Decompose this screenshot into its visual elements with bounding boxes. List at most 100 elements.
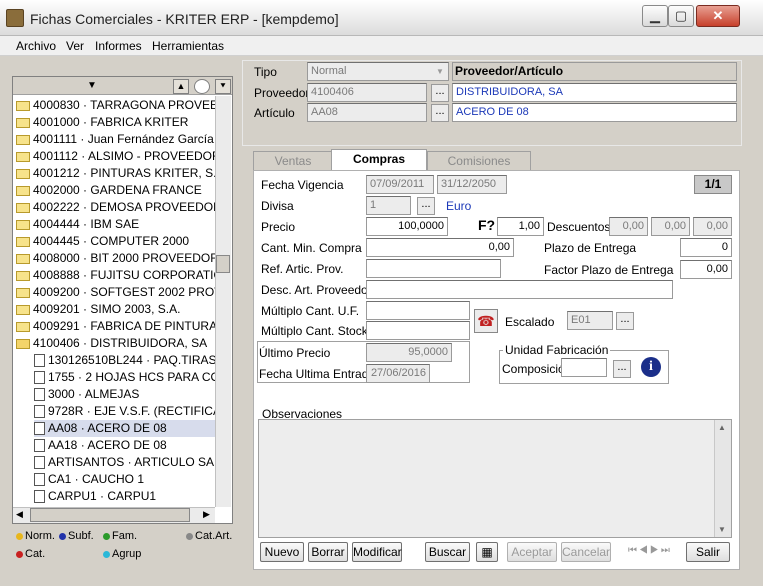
tree-item-code: 4004445 — [33, 234, 80, 248]
tree-vertical-scrollbar[interactable] — [215, 96, 231, 507]
tree-item-name: ALSIMO - PROVEEDOR S. — [87, 149, 216, 163]
tree-item[interactable]: 4004445 · COMPUTER 2000 — [16, 233, 216, 250]
tree-item[interactable]: 4002222 · DEMOSA PROVEEDOR — [16, 199, 216, 216]
page-indicator: 1/1 — [694, 175, 732, 194]
article-doc-icon — [34, 354, 45, 368]
tree-circle-button[interactable] — [194, 79, 210, 94]
observaciones-textarea[interactable] — [258, 419, 732, 538]
divisa-lookup-button[interactable]: ... — [417, 197, 435, 215]
proveedor-label: Proveedor — [254, 86, 310, 100]
tree-item[interactable]: 4004444 · IBM SAE — [16, 216, 216, 233]
observaciones-scrollbar[interactable] — [714, 420, 731, 537]
cancelar-button[interactable]: Cancelar — [561, 542, 611, 562]
composicion-lookup-button[interactable]: ... — [613, 360, 631, 378]
tree-item-name: SIMO 2003, S.A. — [90, 302, 181, 316]
tab-ventas[interactable]: Ventas — [253, 151, 333, 171]
modificar-button[interactable]: Modificar — [352, 542, 402, 562]
tree-item[interactable]: 4008888 · FUJITSU CORPORATION — [16, 267, 216, 284]
buscar-button[interactable]: Buscar — [425, 542, 470, 562]
tree-item-code: 4009201 — [33, 302, 80, 316]
close-button[interactable]: ✕ — [696, 5, 740, 27]
tree-item[interactable]: 4001000 · FABRICA KRITER — [16, 114, 216, 131]
tree-item[interactable]: 1755 · 2 HOJAS HCS PARA COR — [34, 369, 216, 386]
menu-herramientas[interactable]: Herramientas — [152, 39, 224, 53]
articulo-code-field[interactable]: AA08 — [307, 103, 427, 122]
tree-item[interactable]: 4000830 · TARRAGONA PROVEEDO — [16, 97, 216, 114]
tree-down-button[interactable]: ⯆ — [215, 79, 231, 94]
ref-field[interactable] — [366, 259, 501, 278]
salir-button[interactable]: Salir — [686, 542, 730, 562]
cant-min-field[interactable]: 0,00 — [366, 238, 514, 257]
precio-field[interactable]: 100,0000 — [366, 217, 448, 236]
tree-scroll-thumb[interactable] — [216, 255, 230, 273]
tree-item[interactable]: ARTISANTOS · ARTICULO SANT — [34, 454, 216, 471]
nuevo-button[interactable]: Nuevo — [260, 542, 304, 562]
tipo-select[interactable]: Normal — [307, 62, 449, 81]
tipo-dropdown-icon[interactable]: ▼ — [433, 64, 447, 79]
escalado-field[interactable]: E01 — [567, 311, 613, 330]
info-icon[interactable]: i — [641, 357, 661, 377]
factor-field[interactable]: 1,00 — [497, 217, 544, 236]
articulo-lookup-button[interactable]: ... — [431, 104, 449, 122]
tree-item[interactable]: 130126510BL244 · PAQ.TIRAS 2 — [34, 352, 216, 369]
grid-view-icon[interactable]: ▦ — [476, 542, 498, 562]
divisa-field[interactable]: 1 — [366, 196, 411, 215]
minimize-button[interactable]: ▁ — [642, 5, 668, 27]
tab-compras[interactable]: Compras — [331, 149, 427, 171]
plazo-field[interactable]: 0 — [680, 238, 732, 257]
tree-hscroll-thumb[interactable] — [30, 508, 190, 522]
tree-item[interactable]: 9728R · EJE V.S.F. (RECTIFICAR — [34, 403, 216, 420]
tree-item[interactable]: 4100406 · DISTRIBUIDORA, SA — [16, 335, 216, 352]
tab-comisiones[interactable]: Comisiones — [427, 151, 531, 171]
menu-informes[interactable]: Informes — [95, 39, 142, 53]
tree-item-name: CAUCHO 1 — [82, 472, 145, 486]
factor-label[interactable]: F? — [478, 217, 495, 233]
tree-item-code: 4001111 — [33, 132, 78, 146]
tree-item[interactable]: CA1 · CAUCHO 1 — [34, 471, 216, 488]
scroll-right-icon[interactable]: ▶ — [203, 509, 210, 520]
tree-item-name: ACERO DE 08 — [87, 438, 167, 452]
escalado-icon[interactable]: ☎ — [474, 309, 498, 333]
tree-dropdown-arrow-icon[interactable]: ▼ — [84, 79, 100, 94]
proveedor-lookup-button[interactable]: ... — [431, 84, 449, 102]
descuentos-label: Descuentos — [547, 220, 611, 234]
scroll-down-icon[interactable]: ▼ — [718, 525, 726, 534]
composicion-field[interactable] — [561, 358, 607, 377]
tree-up-button[interactable]: ▲ — [173, 79, 189, 94]
scroll-up-icon[interactable]: ▲ — [718, 423, 726, 432]
descuento-3-field[interactable]: 0,00 — [693, 217, 732, 236]
fecha-vigencia-label: Fecha Vigencia — [261, 178, 344, 192]
tree-item[interactable]: 4001212 · PINTURAS KRITER, S.A. — [16, 165, 216, 182]
aceptar-button[interactable]: Aceptar — [507, 542, 557, 562]
folder-plus-icon — [16, 134, 30, 145]
descuento-1-field[interactable]: 0,00 — [609, 217, 648, 236]
tree-item[interactable]: 4002000 · GARDENA FRANCE — [16, 182, 216, 199]
tree-item[interactable]: 4001112 · ALSIMO - PROVEEDOR S. — [16, 148, 216, 165]
proveedor-code-field[interactable]: 4100406 — [307, 83, 427, 102]
factor-plazo-field[interactable]: 0,00 — [680, 260, 732, 279]
record-nav-icons[interactable]: ⏮◀▶⏭ — [628, 545, 672, 556]
tree-item[interactable]: CARPU1 · CARPU1 — [34, 488, 216, 505]
borrar-button[interactable]: Borrar — [308, 542, 348, 562]
tree-item[interactable]: 4009201 · SIMO 2003, S.A. — [16, 301, 216, 318]
fecha-hasta-field[interactable]: 31/12/2050 — [437, 175, 507, 194]
escalado-lookup-button[interactable]: ... — [616, 312, 634, 330]
tree-item[interactable]: 3000 · ALMEJAS — [34, 386, 216, 403]
tree-item[interactable]: 4009291 · FABRICA DE PINTURA, S — [16, 318, 216, 335]
tree-item[interactable]: AA18 · ACERO DE 08 — [34, 437, 216, 454]
menu-ver[interactable]: Ver — [66, 39, 84, 53]
tree-item-name: PAQ.TIRAS 2 — [153, 353, 216, 367]
tree-item[interactable]: AA08 · ACERO DE 08 — [34, 420, 216, 437]
tree-item[interactable]: 4008000 · BIT 2000 PROVEEDOR, S — [16, 250, 216, 267]
tree-item-name: SOFTGEST 2002 PROVEE — [90, 285, 216, 299]
desc-art-field[interactable] — [366, 280, 673, 299]
fecha-desde-field[interactable]: 07/09/2011 — [366, 175, 434, 194]
tree-item[interactable]: 4009200 · SOFTGEST 2002 PROVEE — [16, 284, 216, 301]
descuento-2-field[interactable]: 0,00 — [651, 217, 690, 236]
maximize-button[interactable]: ▢ — [668, 5, 694, 27]
scroll-left-icon[interactable]: ◀ — [16, 509, 23, 520]
menu-archivo[interactable]: Archivo — [16, 39, 56, 53]
tree-item[interactable]: 4001111 · Juan Fernández García — [16, 131, 216, 148]
multiplo-stock-field[interactable] — [366, 321, 470, 340]
multiplo-uf-field[interactable] — [366, 301, 470, 320]
